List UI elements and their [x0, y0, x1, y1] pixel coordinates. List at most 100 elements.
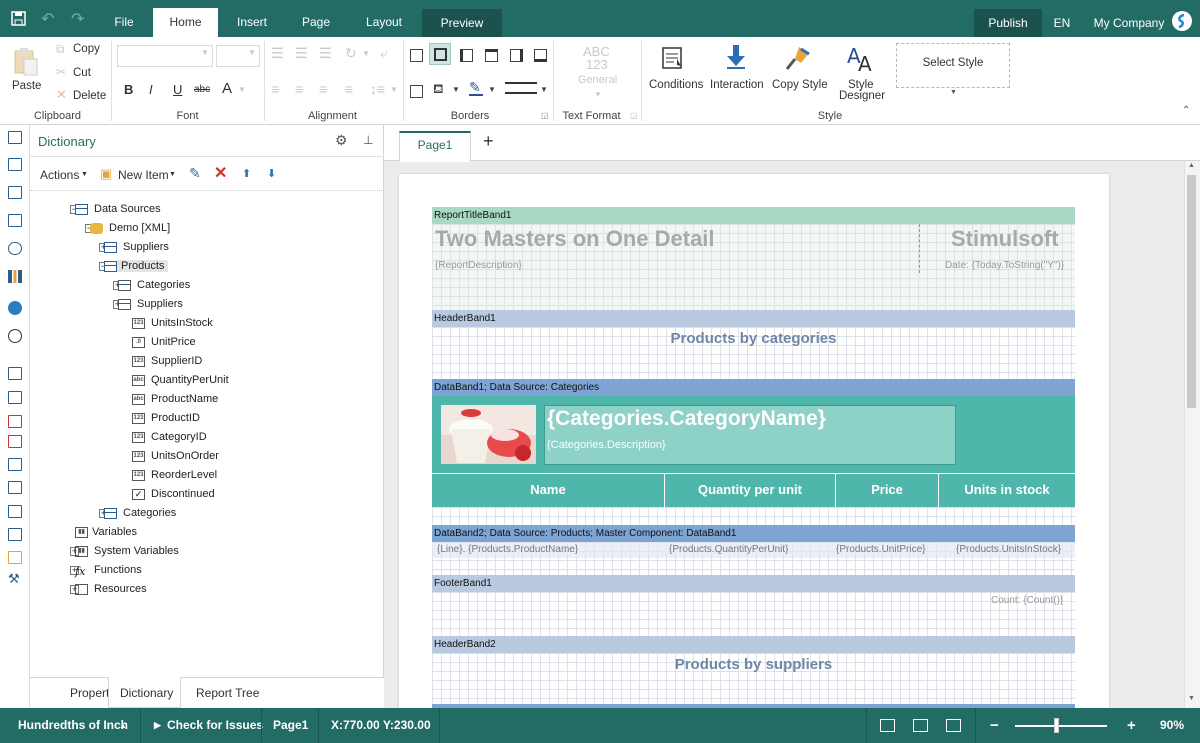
gauge-tool-icon[interactable]: [8, 329, 22, 343]
zoom-slider-thumb[interactable]: [1054, 718, 1059, 733]
tree-item[interactable]: ▮▮ Variables: [30, 524, 384, 541]
expand-icon[interactable]: ◲: [541, 111, 549, 120]
tree-item[interactable]: 123 SupplierID: [30, 353, 384, 370]
column-header-quantity[interactable]: Quantity per unit: [665, 482, 835, 497]
align-right-icon[interactable]: ≡: [319, 81, 327, 97]
menu-preview[interactable]: Preview: [422, 9, 502, 37]
tree-item[interactable]: abc QuantityPerUnit: [30, 372, 384, 389]
header2-text[interactable]: Products by suppliers: [432, 656, 1075, 673]
delete-icon[interactable]: ✕: [214, 163, 227, 183]
scroll-up-icon[interactable]: ▲: [1188, 162, 1195, 169]
tree-item[interactable]: + Resources: [30, 581, 384, 598]
copy-button[interactable]: Copy: [73, 43, 100, 55]
tab-report-tree[interactable]: Report Tree: [196, 686, 259, 700]
move-down-icon[interactable]: ⬇: [267, 167, 276, 180]
copy-style-button[interactable]: Copy Style: [772, 79, 828, 91]
container-tool-icon[interactable]: [8, 528, 22, 541]
align-justify-icon[interactable]: ≡: [345, 81, 353, 97]
undo-icon[interactable]: ↶: [41, 9, 54, 29]
menu-insert[interactable]: Insert: [226, 0, 278, 37]
italic-button[interactable]: I: [149, 82, 153, 97]
bold-button[interactable]: B: [124, 82, 133, 97]
actions-menu[interactable]: Actions: [40, 168, 79, 182]
delete-button[interactable]: Delete: [73, 90, 106, 102]
column-header-name[interactable]: Name: [432, 482, 664, 497]
count-field[interactable]: Count: {Count()}: [991, 595, 1063, 606]
fill-color-icon[interactable]: ⛾: [433, 81, 444, 99]
chart-tool-icon[interactable]: [8, 270, 22, 283]
menu-layout[interactable]: Layout: [356, 0, 412, 37]
footer-band1-body[interactable]: [432, 592, 1075, 636]
move-up-icon[interactable]: ⬆: [242, 167, 251, 180]
units-in-stock-field[interactable]: {Products.UnitsInStock}: [956, 544, 1061, 555]
units-selector[interactable]: Hundredths of Inch: [18, 708, 128, 743]
tree-item[interactable]: 123 ProductID: [30, 410, 384, 427]
whole-page-icon[interactable]: [946, 719, 961, 732]
report-description-field[interactable]: {ReportDescription}: [435, 260, 522, 271]
paste-button[interactable]: Paste: [12, 80, 41, 92]
cut-button[interactable]: Cut: [73, 67, 91, 79]
add-page-button[interactable]: +: [483, 131, 494, 152]
tree-item[interactable]: 123 UnitsOnOrder: [30, 448, 384, 465]
gear-icon[interactable]: ⚙: [335, 132, 348, 149]
save-icon[interactable]: [11, 11, 26, 26]
category-description-field[interactable]: {Categories.Description}: [547, 439, 666, 451]
collapse-ribbon-icon[interactable]: ⌃: [1182, 105, 1190, 116]
line-spacing-icon[interactable]: ↕≡: [370, 81, 385, 97]
rotate-text-icon[interactable]: ↻: [345, 45, 357, 62]
map-tool-icon[interactable]: [8, 301, 22, 315]
underline-button[interactable]: U: [173, 82, 182, 97]
tree-item[interactable]: 123 UnitsInStock: [30, 315, 384, 332]
font-name-combo[interactable]: [117, 45, 213, 67]
tab-dictionary[interactable]: Dictionary: [120, 686, 173, 700]
align-left-icon[interactable]: ≡: [271, 81, 279, 97]
publish-button[interactable]: Publish: [974, 9, 1042, 37]
unit-price-field[interactable]: {Products.UnitPrice}: [836, 544, 926, 555]
border-style-icon[interactable]: [505, 82, 537, 94]
page-width-icon[interactable]: [880, 719, 895, 732]
text-tool-icon[interactable]: [8, 367, 22, 380]
column-header-price[interactable]: Price: [836, 482, 938, 497]
tree-item[interactable]: .0 UnitPrice: [30, 334, 384, 351]
zoom-slider-track[interactable]: [1015, 725, 1107, 727]
menu-home[interactable]: Home: [153, 8, 218, 37]
font-color-button[interactable]: A: [222, 80, 232, 97]
tree-item[interactable]: −Demo [XML]: [30, 220, 384, 237]
redo-icon[interactable]: ↷: [71, 9, 84, 29]
border-bottom-icon[interactable]: [534, 49, 547, 62]
subreport-tool-icon[interactable]: [8, 481, 22, 494]
align-bottom-icon[interactable]: ☰: [319, 45, 332, 62]
account-button[interactable]: My Company: [1090, 9, 1168, 37]
components-tool-icon[interactable]: [8, 186, 22, 199]
strikethrough-button[interactable]: abc: [194, 84, 210, 95]
tree-item[interactable]: ✓ Discontinued: [30, 486, 384, 503]
header-band2-header[interactable]: HeaderBand2: [432, 636, 1075, 653]
tree-item[interactable]: 123 CategoryID: [30, 429, 384, 446]
cross-tab-tool-icon[interactable]: [8, 505, 22, 518]
zoom-in-button[interactable]: +: [1127, 708, 1136, 743]
picture-tool-icon[interactable]: [8, 551, 22, 564]
interaction-button[interactable]: Interaction: [710, 79, 764, 91]
footer-band1-header[interactable]: FooterBand1: [432, 575, 1075, 592]
border-left-icon[interactable]: [460, 49, 473, 62]
tree-item[interactable]: + fx Functions: [30, 562, 384, 579]
header-band1-header[interactable]: HeaderBand1: [432, 310, 1075, 327]
report-title-text[interactable]: Two Masters on One Detail: [435, 226, 715, 252]
check-issues-button[interactable]: Check for Issues: [167, 708, 263, 743]
table-tool-icon[interactable]: [8, 458, 22, 471]
report-band-tool-icon[interactable]: [8, 131, 22, 144]
scrollbar-thumb[interactable]: [1187, 175, 1196, 408]
image-tool-icon[interactable]: [8, 415, 22, 428]
tree-item[interactable]: −Data Sources: [30, 201, 384, 218]
category-image[interactable]: [441, 405, 536, 464]
chevron-down-icon[interactable]: ▼: [950, 89, 957, 96]
quantity-field[interactable]: {Products.QuantityPerUnit}: [669, 544, 789, 555]
menu-page[interactable]: Page: [290, 0, 342, 37]
data-band1-header[interactable]: DataBand1; Data Source: Categories: [432, 379, 1075, 396]
edit-icon[interactable]: ✎: [189, 165, 201, 182]
align-middle-icon[interactable]: ☰: [295, 45, 308, 62]
shapes-tool-icon[interactable]: [8, 242, 22, 255]
tree-item[interactable]: +Categories: [30, 505, 384, 522]
tree-item[interactable]: + ▮▮ System Variables: [30, 543, 384, 560]
border-right-icon[interactable]: [510, 49, 523, 62]
